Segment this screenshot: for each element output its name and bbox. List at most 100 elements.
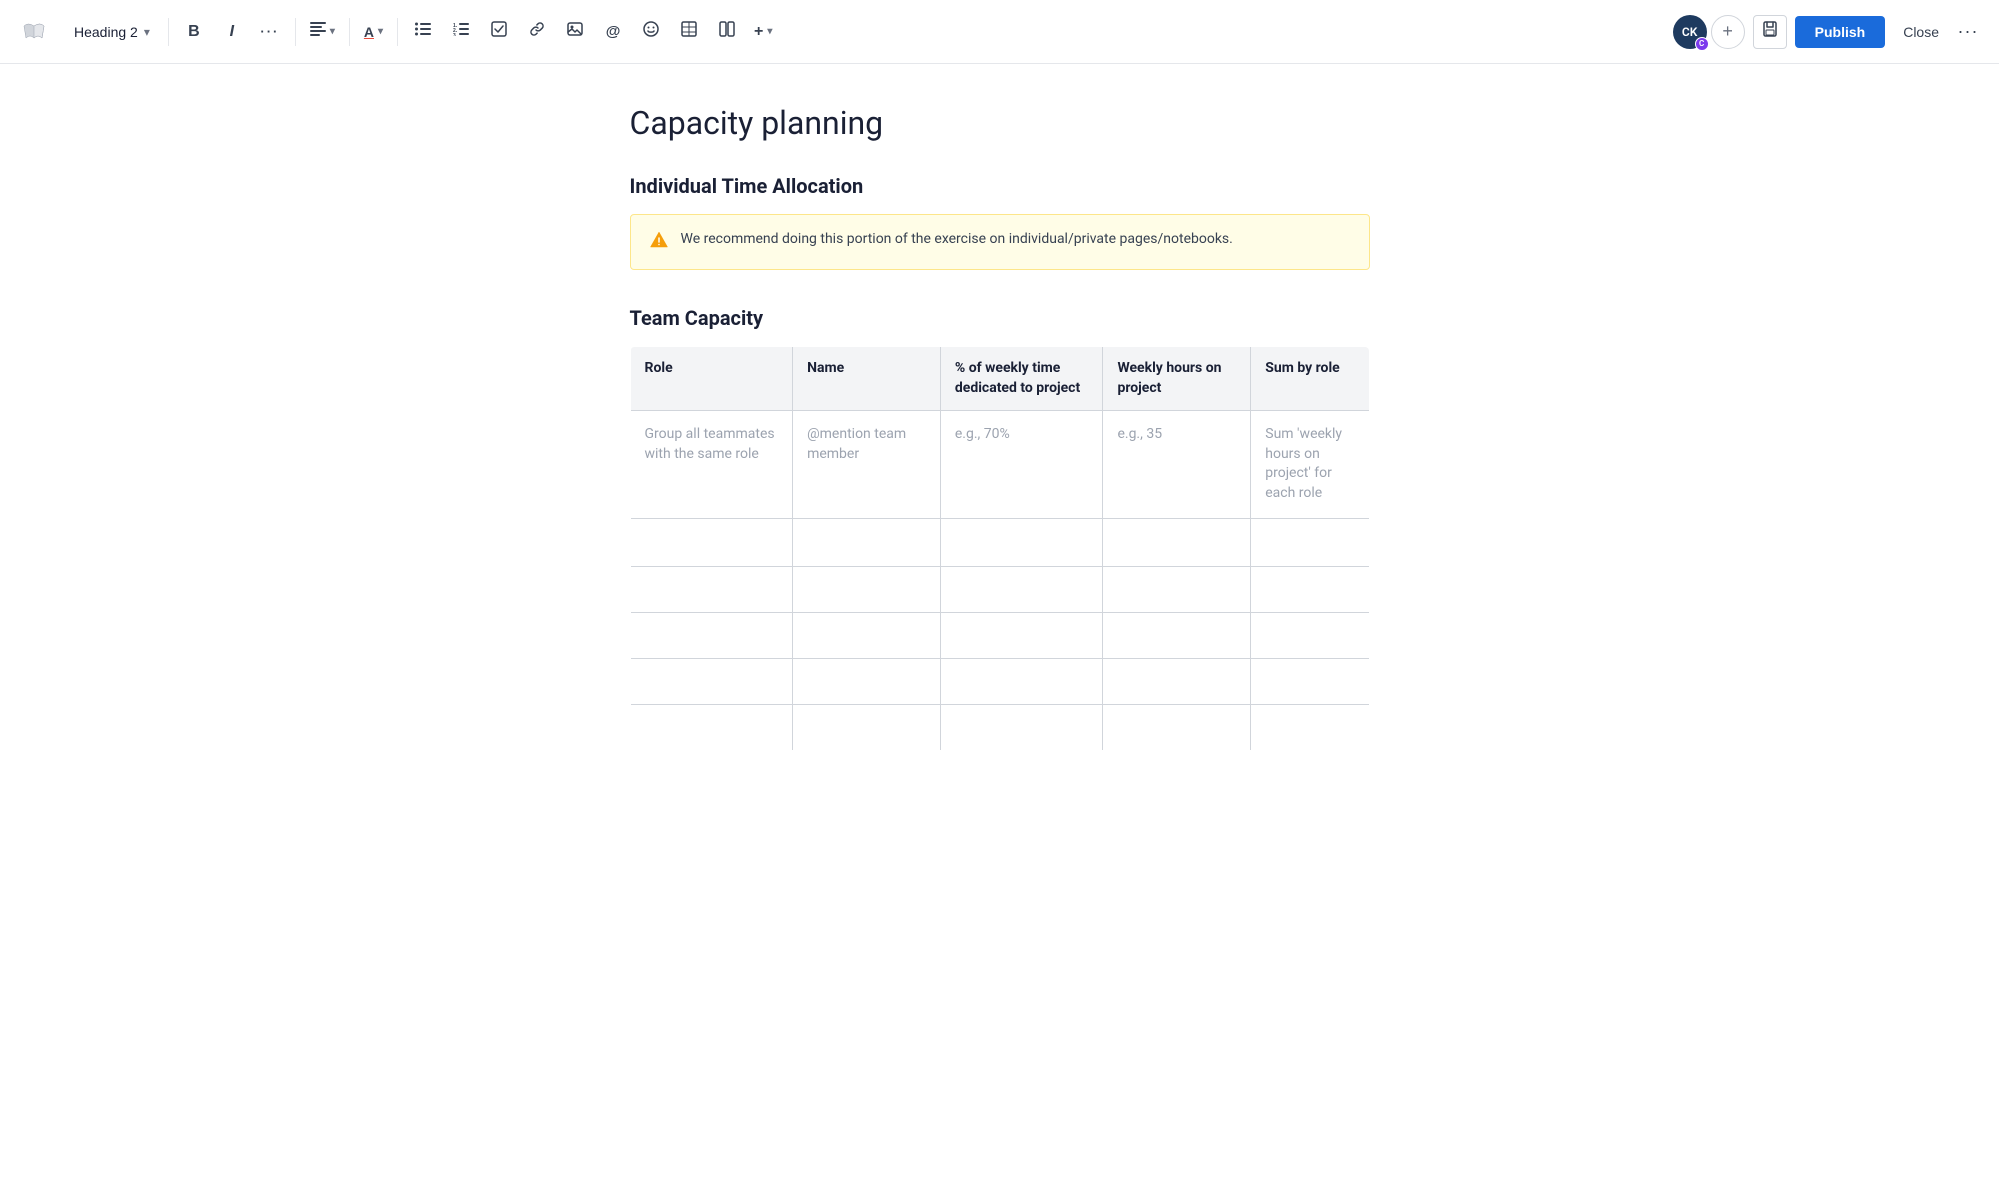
publish-label: Publish <box>1815 24 1866 40</box>
mention-button[interactable]: @ <box>596 15 630 49</box>
section1-heading: Individual Time Allocation <box>630 174 1370 198</box>
empty-cell[interactable] <box>630 659 793 705</box>
text-color-button[interactable]: A ▾ <box>358 15 389 49</box>
table-header-row: Role Name % of weekly time dedicated to … <box>630 347 1369 411</box>
more-icon: ··· <box>260 24 279 39</box>
table-row <box>630 613 1369 659</box>
page-title: Capacity planning <box>630 104 1370 142</box>
toolbar-divider-3 <box>349 18 350 46</box>
warning-box: We recommend doing this portion of the e… <box>630 214 1370 270</box>
numbered-list-button[interactable]: 1. 2. 3. <box>444 15 478 49</box>
align-chevron-icon: ▾ <box>330 26 335 37</box>
cell-name-placeholder[interactable]: @mention team member <box>793 411 941 518</box>
empty-cell[interactable] <box>940 518 1103 567</box>
add-collaborator-button[interactable]: + <box>1711 15 1745 49</box>
empty-cell[interactable] <box>1251 613 1369 659</box>
checkbox-icon <box>491 21 507 42</box>
plus-icon: + <box>754 23 763 41</box>
empty-cell[interactable] <box>630 705 793 751</box>
image-button[interactable] <box>558 15 592 49</box>
empty-cell[interactable] <box>630 518 793 567</box>
toolbar-divider-1 <box>168 18 169 46</box>
empty-cell[interactable] <box>1251 705 1369 751</box>
warning-icon <box>649 230 669 255</box>
empty-cell[interactable] <box>940 613 1103 659</box>
empty-cell[interactable] <box>1103 518 1251 567</box>
link-button[interactable] <box>520 15 554 49</box>
empty-cell[interactable] <box>793 613 941 659</box>
bullet-list-icon <box>415 22 431 41</box>
empty-cell[interactable] <box>1103 659 1251 705</box>
heading-style-selector[interactable]: Heading 2 ▾ <box>64 18 160 46</box>
save-button[interactable] <box>1753 15 1787 49</box>
capacity-table: Role Name % of weekly time dedicated to … <box>630 346 1370 751</box>
table-row: Group all teammates with the same role @… <box>630 411 1369 518</box>
checkbox-button[interactable] <box>482 15 516 49</box>
empty-cell[interactable] <box>1251 567 1369 613</box>
app-logo[interactable] <box>16 14 52 50</box>
empty-cell[interactable] <box>1103 613 1251 659</box>
empty-cell[interactable] <box>630 567 793 613</box>
col-header-hours: Weekly hours on project <box>1103 347 1251 411</box>
empty-cell[interactable] <box>793 705 941 751</box>
heading-style-label: Heading 2 <box>74 24 138 40</box>
warning-message: We recommend doing this portion of the e… <box>681 229 1233 250</box>
numbered-list-icon: 1. 2. 3. <box>453 22 469 41</box>
avatar-initials: CK <box>1682 25 1697 39</box>
text-color-icon: A <box>364 24 374 40</box>
table-row <box>630 659 1369 705</box>
toolbar-divider-2 <box>295 18 296 46</box>
bullet-list-button[interactable] <box>406 15 440 49</box>
table-icon <box>681 21 697 42</box>
save-icon <box>1762 21 1778 42</box>
insert-chevron-icon: ▾ <box>767 26 772 37</box>
col-header-pct: % of weekly time dedicated to project <box>940 347 1103 411</box>
alignment-button[interactable]: ▾ <box>304 15 341 49</box>
publish-button[interactable]: Publish <box>1795 16 1886 48</box>
empty-cell[interactable] <box>1251 659 1369 705</box>
cell-hours-placeholder[interactable]: e.g., 35 <box>1103 411 1251 518</box>
emoji-button[interactable] <box>634 15 668 49</box>
table-button[interactable] <box>672 15 706 49</box>
empty-cell[interactable] <box>793 659 941 705</box>
table-row <box>630 567 1369 613</box>
cell-sum-placeholder[interactable]: Sum 'weekly hours on project' for each r… <box>1251 411 1369 518</box>
close-button[interactable]: Close <box>1893 18 1949 46</box>
more-options-button[interactable]: ··· <box>1953 17 1983 47</box>
empty-cell[interactable] <box>630 613 793 659</box>
empty-cell[interactable] <box>1251 518 1369 567</box>
svg-text:3.: 3. <box>453 33 458 36</box>
cell-pct-placeholder[interactable]: e.g., 70% <box>940 411 1103 518</box>
mention-icon: @ <box>606 23 621 40</box>
table-row <box>630 705 1369 751</box>
layout-button[interactable] <box>710 15 744 49</box>
link-icon <box>529 21 545 42</box>
section2-heading: Team Capacity <box>630 306 1370 330</box>
color-chevron-icon: ▾ <box>378 26 383 37</box>
chevron-down-icon: ▾ <box>144 25 150 39</box>
empty-cell[interactable] <box>940 567 1103 613</box>
bold-button[interactable]: B <box>177 15 211 49</box>
user-avatar[interactable]: CK C <box>1673 15 1707 49</box>
content-area: Capacity planning Individual Time Alloca… <box>570 64 1430 831</box>
more-formatting-button[interactable]: ··· <box>253 15 287 49</box>
avatar-badge: C <box>1695 37 1709 51</box>
align-icon <box>310 22 326 41</box>
layout-icon <box>719 21 735 42</box>
collaborator-avatars: CK C + <box>1673 15 1745 49</box>
empty-cell[interactable] <box>1103 705 1251 751</box>
close-label: Close <box>1903 24 1939 40</box>
italic-button[interactable]: I <box>215 15 249 49</box>
empty-cell[interactable] <box>940 659 1103 705</box>
empty-cell[interactable] <box>1103 567 1251 613</box>
insert-more-button[interactable]: + ▾ <box>748 15 778 49</box>
image-icon <box>567 21 583 42</box>
col-header-name: Name <box>793 347 941 411</box>
empty-cell[interactable] <box>793 518 941 567</box>
col-header-sum: Sum by role <box>1251 347 1369 411</box>
toolbar: Heading 2 ▾ B I ··· ▾ A ▾ <box>0 0 1999 64</box>
col-header-role: Role <box>630 347 793 411</box>
empty-cell[interactable] <box>940 705 1103 751</box>
cell-role-placeholder[interactable]: Group all teammates with the same role <box>630 411 793 518</box>
empty-cell[interactable] <box>793 567 941 613</box>
